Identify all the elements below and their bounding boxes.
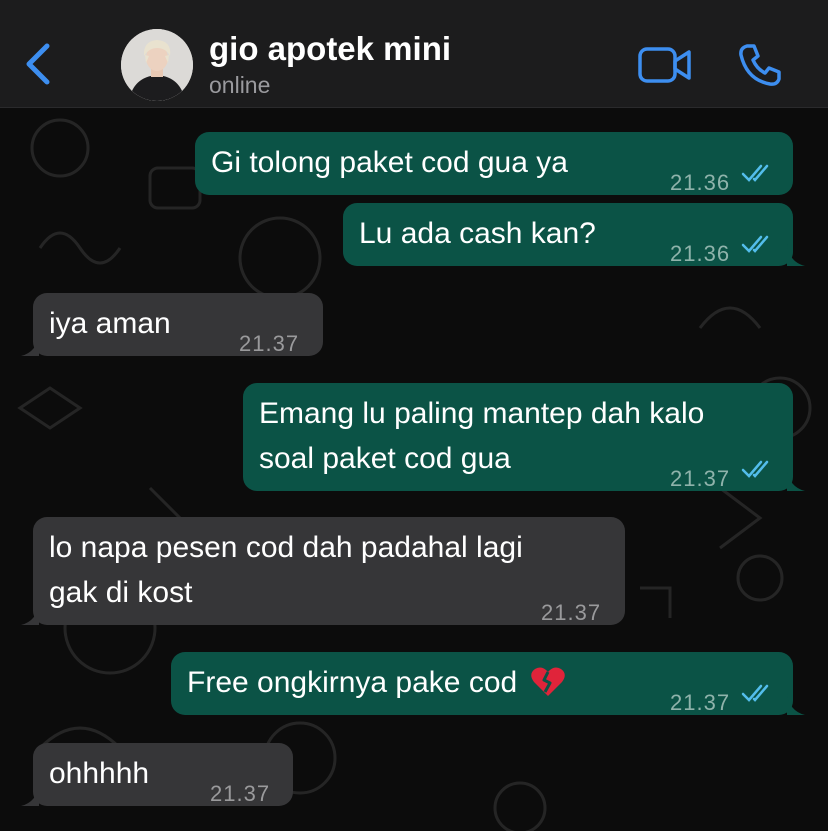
- back-button[interactable]: [20, 40, 60, 88]
- message-bubble-incoming[interactable]: lo napa pesen cod dah padahal lagi gak d…: [21, 517, 625, 625]
- chat-header: gio apotek mini online: [0, 0, 828, 108]
- bubble-tail: [787, 469, 805, 491]
- video-call-button[interactable]: [638, 46, 692, 84]
- message-time: 21.36: [670, 241, 731, 266]
- video-camera-icon: [638, 47, 691, 83]
- chat-screen: gio apotek mini online Gi tolong paket c…: [0, 0, 828, 831]
- message-text-line-1: Emang lu paling mantep dah kalo: [259, 397, 705, 430]
- message-text: ohhhhh: [49, 757, 150, 790]
- message-time: 21.37: [210, 781, 271, 806]
- bubble-tail: [21, 603, 39, 625]
- read-receipt-icon: [741, 460, 769, 478]
- message-text-line-2: soal paket cod gua: [259, 442, 511, 475]
- bubble-tail: [787, 244, 805, 266]
- read-receipt-icon: [741, 684, 769, 702]
- broken-heart-icon: [530, 667, 565, 696]
- bubble-tail: [787, 693, 805, 715]
- message-bubble-outgoing[interactable]: Emang lu paling mantep dah kalo soal pak…: [243, 383, 805, 491]
- message-text: Free ongkirnya pake cod: [187, 666, 518, 699]
- contact-status: online: [209, 72, 271, 98]
- voice-call-button[interactable]: [737, 42, 783, 88]
- message-text-wrap: Free ongkirnya pake cod: [187, 660, 566, 705]
- contact-avatar[interactable]: [121, 29, 193, 101]
- bubble-tail: [21, 784, 39, 806]
- message-time: 21.37: [670, 690, 731, 715]
- message-bubble-outgoing[interactable]: Gi tolong paket cod gua ya 21.36: [195, 132, 793, 195]
- message-bubble-incoming[interactable]: iya aman 21.37: [21, 293, 323, 356]
- message-text: Lu ada cash kan?: [359, 217, 596, 250]
- message-time: 21.37: [541, 600, 602, 625]
- message-text: iya aman: [49, 307, 171, 340]
- message-time: 21.37: [670, 466, 731, 491]
- message-bubble-outgoing[interactable]: Free ongkirnya pake cod 21.37: [171, 652, 805, 715]
- message-bubble-incoming[interactable]: ohhhhh 21.37: [21, 743, 293, 806]
- message-text: Gi tolong paket cod gua ya: [211, 146, 568, 179]
- contact-name[interactable]: gio apotek mini: [209, 30, 451, 68]
- message-time: 21.37: [239, 331, 300, 356]
- phone-icon: [739, 44, 781, 86]
- avatar-image: [121, 29, 193, 101]
- chevron-left-icon: [26, 43, 50, 85]
- read-receipt-icon: [741, 235, 769, 253]
- read-receipt-icon: [741, 164, 769, 182]
- bubble-tail: [21, 334, 39, 356]
- message-bubble-outgoing[interactable]: Lu ada cash kan? 21.36: [343, 203, 805, 266]
- message-text-line-2: gak di kost: [49, 576, 193, 609]
- message-text-line-1: lo napa pesen cod dah padahal lagi: [49, 531, 523, 564]
- message-time: 21.36: [670, 170, 731, 195]
